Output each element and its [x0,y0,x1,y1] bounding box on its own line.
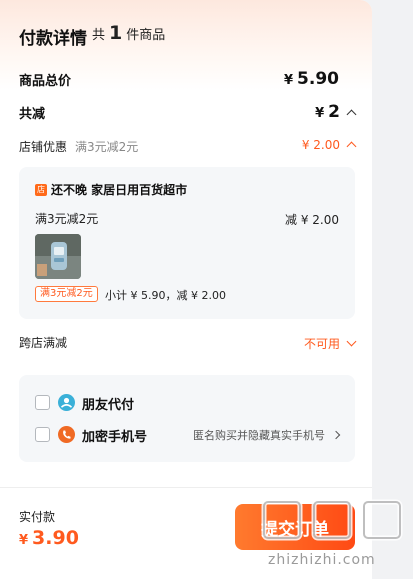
chevron-right-icon [331,430,341,440]
chevron-up-icon [346,141,357,152]
cross-store-status: 不可用 [303,337,340,351]
shop-discount-text: 减 ¥ 2.00 [285,213,339,227]
shop-discount-card: 店 还不晚 家居日用百货超市 满3元减2元 减 ¥ 2.00 满3元减2元 小计… [19,167,355,319]
total-price-value: 5.90 [297,69,339,89]
footer-divider [0,487,372,488]
cross-store-toggle[interactable]: 不可用 [303,335,357,352]
encrypted-phone-checkbox[interactable] [35,427,50,442]
page-title: 付款详情 [19,29,87,49]
total-price: ¥5.90 [284,69,339,89]
total-discount-toggle[interactable]: ¥2 [315,102,357,122]
store-icon: 店 [35,184,47,196]
encrypted-phone-hint-link[interactable]: 匿名购买并隐藏真实手机号 [193,427,341,443]
total-discount-value: 2 [328,102,340,122]
friend-pay-label[interactable]: 朋友代付 [82,394,134,413]
paid-amount-value: 3.90 [32,527,79,549]
paid-amount: ¥3.90 [19,527,79,549]
store-promo-amount: ¥ 2.00 [301,138,340,152]
chevron-down-icon [346,336,357,347]
encrypted-phone-label[interactable]: 加密手机号 [82,426,147,445]
item-count: 共 1 件商品 [92,22,166,44]
item-count-suffix: 件商品 [126,28,166,43]
promo-tag: 满3元减2元 [35,286,98,302]
currency-symbol: ¥ [19,533,29,548]
currency-symbol: ¥ [315,106,325,121]
paid-label: 实付款 [19,510,56,524]
shop-name[interactable]: 还不晚 家居日用百货超市 [51,181,187,198]
payment-details-panel: 付款详情 共 1 件商品 商品总价 ¥5.90 共减 ¥2 店铺优惠 满3元减2… [0,0,372,579]
product-image [35,234,81,279]
phone-icon [58,426,75,443]
shop-promo-text: 满3元减2元 [35,212,99,226]
item-count-number: 1 [109,22,123,44]
shop-subtotal: 小计 ¥ 5.90，减 ¥ 2.00 [105,289,226,302]
friend-pay-icon [58,394,75,411]
payment-options-card: 朋友代付 加密手机号 匿名购买并隐藏真实手机号 [19,375,355,462]
store-promo-toggle[interactable]: ¥ 2.00 [301,138,357,152]
item-count-prefix: 共 [92,28,106,43]
store-promo-label: 店铺优惠 [19,140,68,154]
currency-symbol: ¥ [284,73,294,88]
chevron-up-icon [346,109,357,120]
product-thumbnail[interactable] [35,234,81,279]
friend-pay-checkbox[interactable] [35,395,50,410]
total-discount-label: 共减 [19,107,46,122]
total-price-label: 商品总价 [19,74,72,89]
store-promo-detail: 满3元减2元 [75,140,139,154]
encrypted-phone-hint: 匿名购买并隐藏真实手机号 [193,429,325,442]
watermark-text: zhizhizhi.com [268,552,376,568]
watermark-logo [260,494,410,544]
cross-store-label: 跨店满减 [19,336,68,350]
